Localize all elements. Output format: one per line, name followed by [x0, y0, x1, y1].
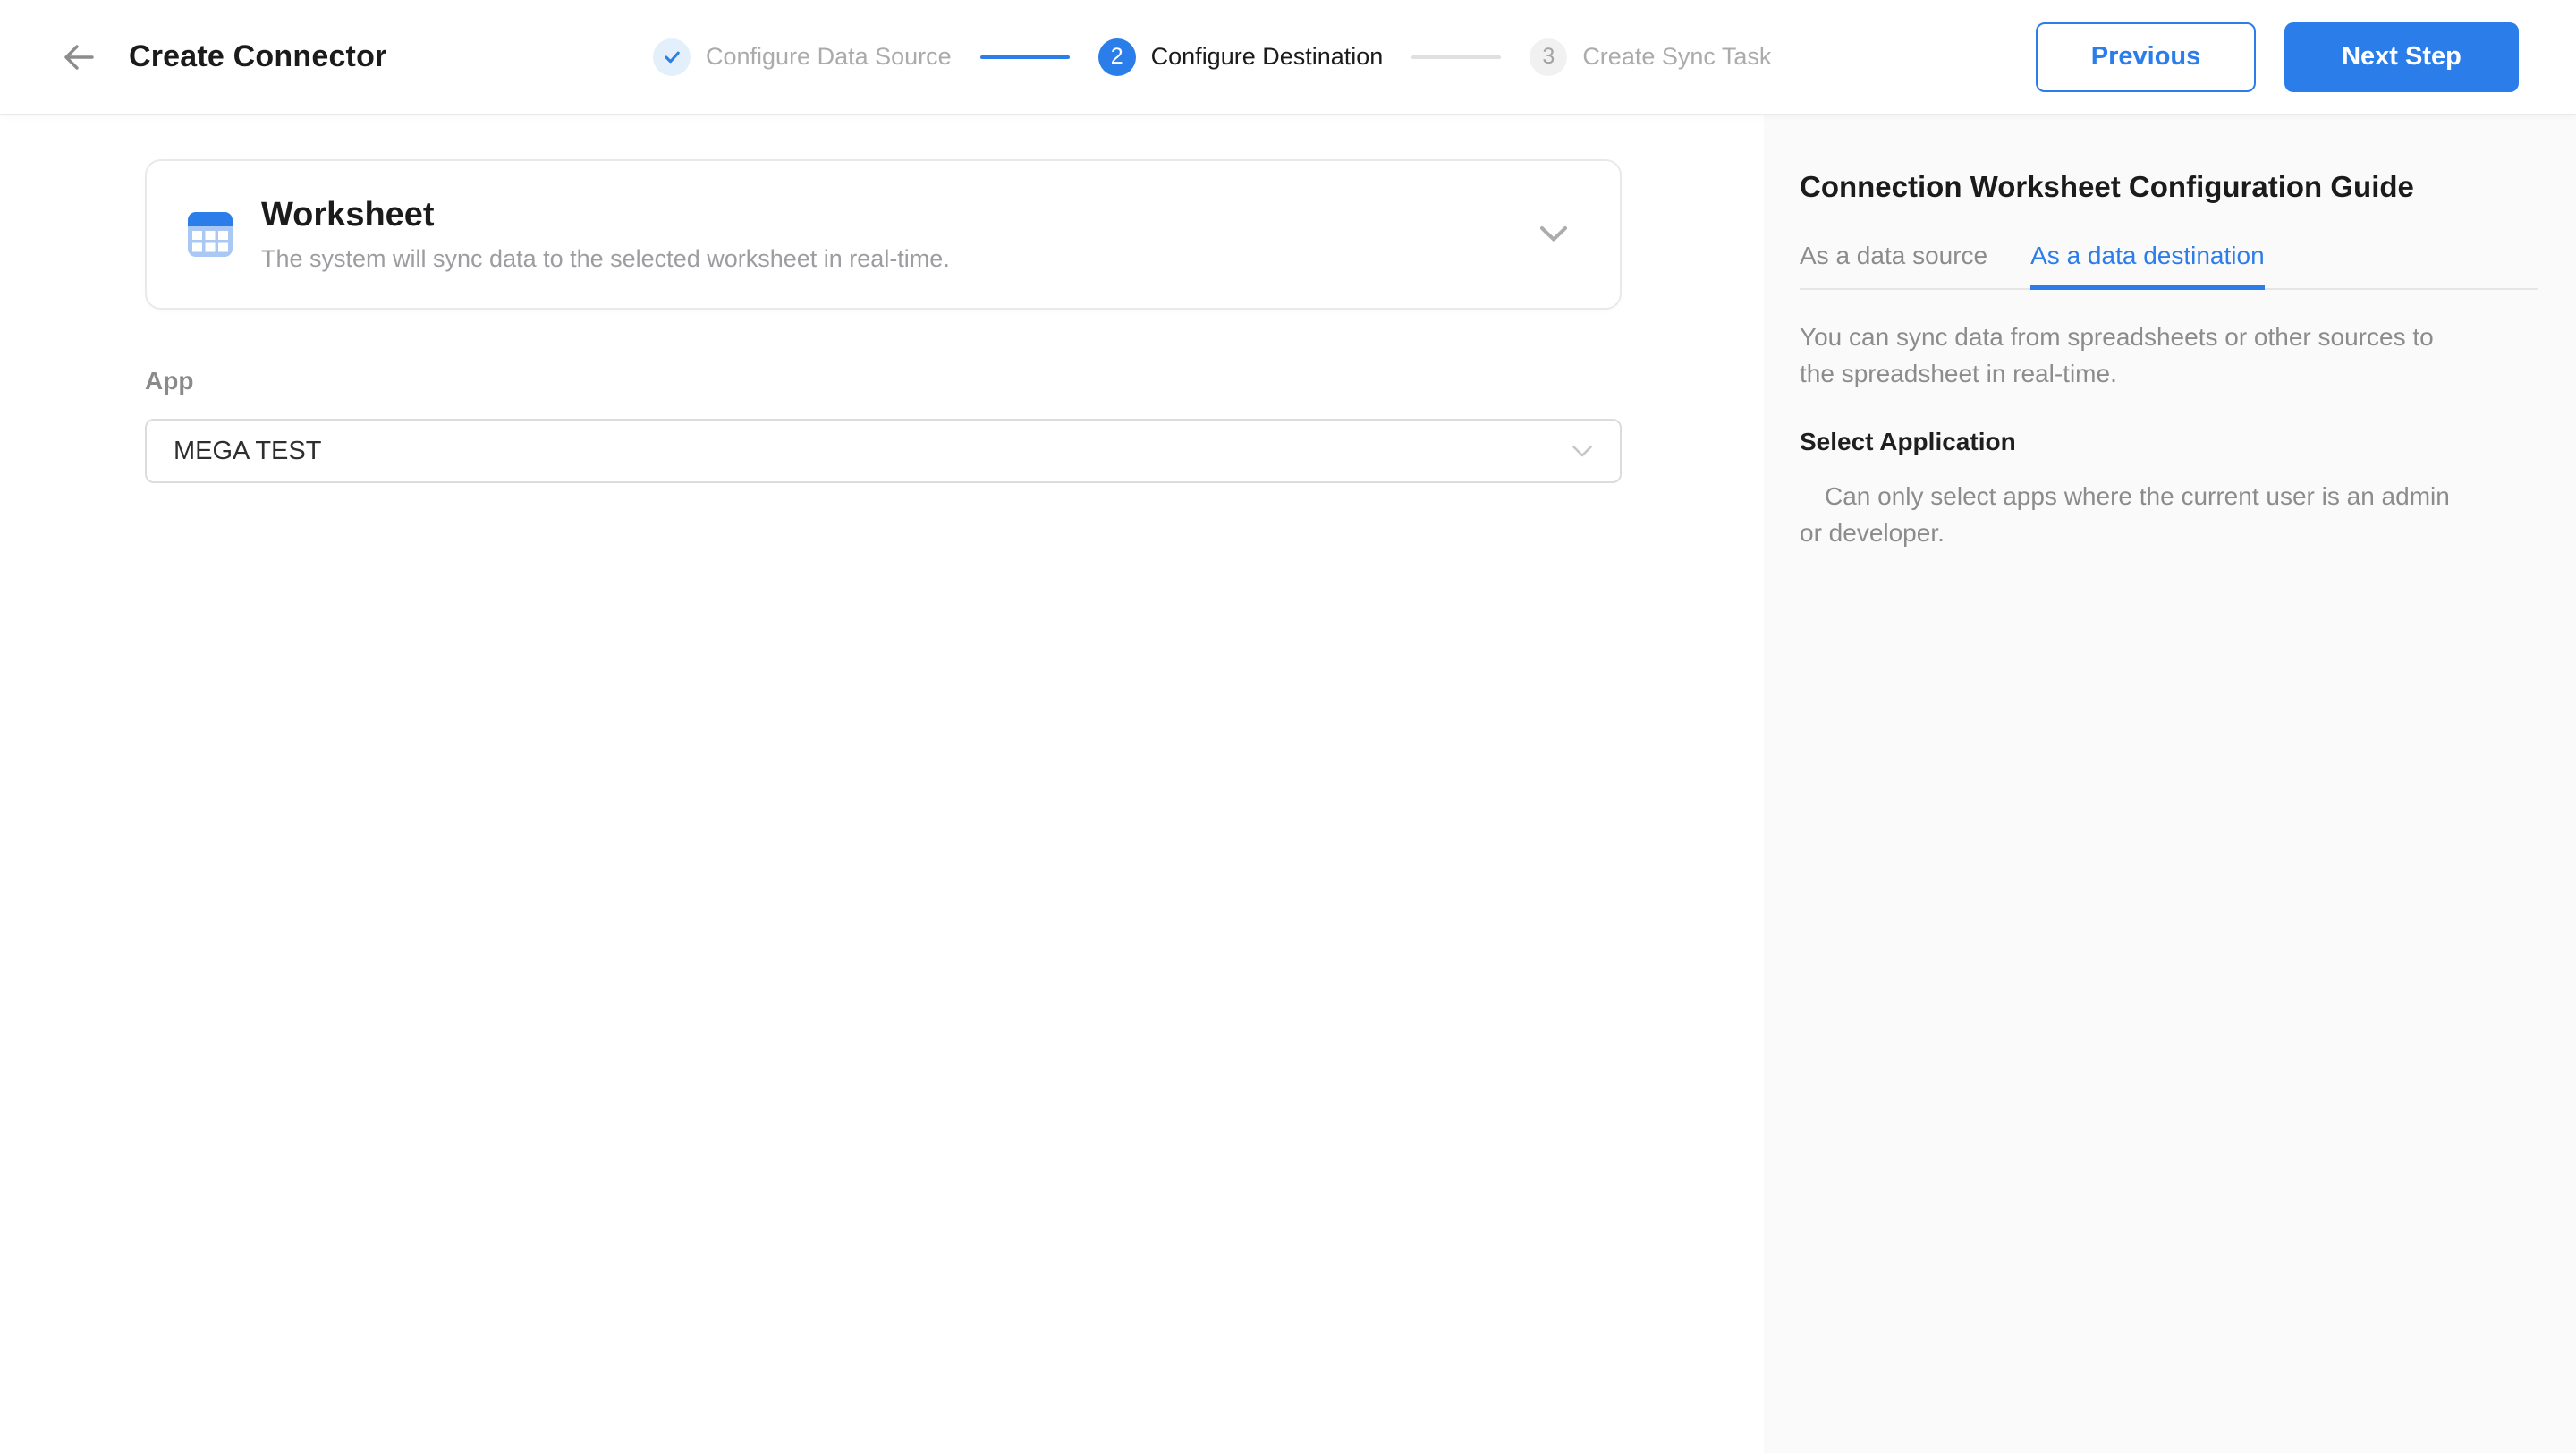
- step-1-circle: [653, 38, 691, 76]
- check-icon: [662, 47, 682, 67]
- select-chevron-down-icon: [1572, 445, 1593, 458]
- content-area: Worksheet The system will sync data to t…: [0, 115, 2576, 1453]
- arrow-left-icon: [59, 38, 98, 77]
- step-3-circle: 3: [1530, 38, 1567, 76]
- page-title: Create Connector: [129, 39, 386, 74]
- app-select[interactable]: MEGA TEST: [145, 419, 1622, 483]
- app-select-value: MEGA TEST: [174, 437, 321, 466]
- step-1-label: Configure Data Source: [706, 43, 952, 71]
- worksheet-table-icon: [188, 212, 233, 257]
- step-configure-data-source: Configure Data Source: [653, 38, 952, 76]
- step-connector-todo: [1411, 55, 1501, 59]
- step-3-label: Create Sync Task: [1582, 43, 1771, 71]
- destination-card-title: Worksheet: [261, 196, 950, 234]
- app-field-label: App: [145, 367, 1764, 395]
- header-actions: Previous Next Step: [2036, 22, 2519, 92]
- step-2-label: Configure Destination: [1151, 43, 1384, 71]
- guide-section-body: Can only select apps where the current u…: [1800, 478, 2462, 551]
- wizard-stepper: Configure Data Source 2 Configure Destin…: [653, 0, 1771, 114]
- main-panel: Worksheet The system will sync data to t…: [0, 115, 1764, 1453]
- step-2-circle: 2: [1098, 38, 1136, 76]
- guide-intro-text: You can sync data from spreadsheets or o…: [1800, 319, 2462, 392]
- configuration-guide-panel: Connection Worksheet Configuration Guide…: [1764, 115, 2576, 1453]
- previous-button[interactable]: Previous: [2036, 22, 2256, 92]
- step-create-sync-task: 3 Create Sync Task: [1530, 38, 1771, 76]
- tab-as-a-data-source[interactable]: As a data source: [1800, 242, 1987, 288]
- guide-tabs: As a data source As a data destination: [1800, 242, 2538, 290]
- next-step-button[interactable]: Next Step: [2284, 22, 2519, 92]
- destination-worksheet-card[interactable]: Worksheet The system will sync data to t…: [145, 159, 1622, 310]
- guide-title: Connection Worksheet Configuration Guide: [1800, 170, 2538, 204]
- back-button[interactable]: [57, 36, 100, 79]
- chevron-down-icon: [1539, 225, 1568, 243]
- app-field-section: App MEGA TEST: [145, 367, 1764, 483]
- top-header: Create Connector Configure Data Source 2…: [0, 0, 2576, 115]
- destination-card-description: The system will sync data to the selecte…: [261, 245, 950, 273]
- tab-as-a-data-destination[interactable]: As a data destination: [2030, 242, 2265, 290]
- destination-card-text: Worksheet The system will sync data to t…: [261, 196, 950, 273]
- guide-section-title: Select Application: [1800, 428, 2538, 456]
- step-configure-destination: 2 Configure Destination: [1098, 38, 1384, 76]
- step-connector-done: [980, 55, 1070, 59]
